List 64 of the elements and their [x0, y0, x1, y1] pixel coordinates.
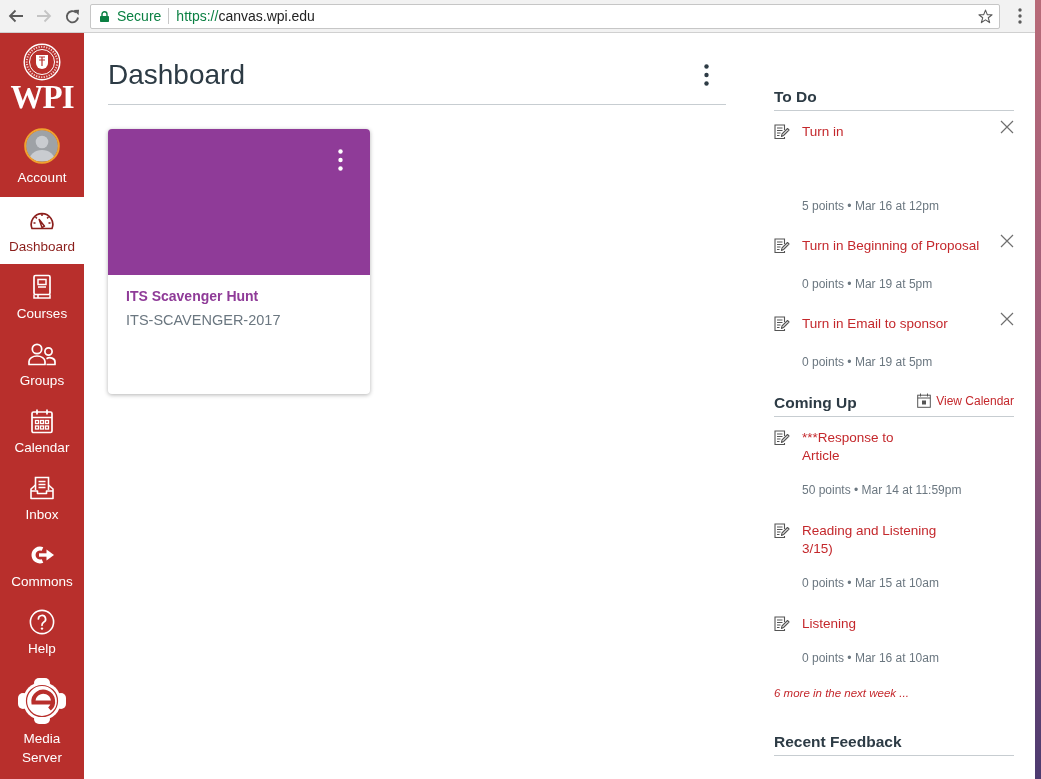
course-color-banner[interactable] [108, 129, 370, 275]
todo-details: 0 points • Mar 19 at 5pm [802, 354, 933, 370]
account-link[interactable]: Account [17, 128, 67, 186]
assignment-link[interactable]: ***Response to Article [802, 429, 894, 465]
nav-link[interactable]: Media Server [0, 666, 84, 767]
nav-link[interactable]: Calendar [0, 398, 84, 465]
nav-link[interactable]: Commons [0, 532, 84, 599]
nav-link[interactable]: Dashboard [0, 197, 84, 264]
assignment-icon [774, 124, 790, 140]
dismiss-button[interactable] [1000, 312, 1014, 326]
avatar-icon [24, 128, 60, 164]
nav-link[interactable]: Groups [0, 331, 84, 398]
calendar-icon [917, 393, 932, 408]
nav-link[interactable]: Courses [0, 264, 84, 331]
assignment-details: 0 points • Mar 16 at 10am [802, 650, 939, 666]
assignment-link[interactable]: Listening [802, 615, 857, 633]
section-heading: Coming Up [774, 393, 857, 413]
dismiss-button[interactable] [1000, 120, 1014, 134]
address-bar[interactable]: Secure https://canvas.wpi.edu [90, 3, 1000, 29]
todo-details: 5 points • Mar 16 at 12pm [802, 198, 939, 214]
url-text: https://canvas.wpi.edu [176, 8, 315, 24]
forward-arrow-icon [36, 9, 52, 23]
assignment-link[interactable]: Reading and Listening 3/15) [802, 522, 937, 558]
nav-link[interactable]: Inbox [0, 465, 84, 532]
nav-link[interactable]: Help [0, 599, 84, 666]
help-icon [29, 609, 55, 635]
assignment-icon [774, 238, 790, 254]
media-logo-icon [17, 677, 67, 725]
course-card[interactable]: ITS Scavenger Hunt ITS-SCAVENGER-2017 [108, 129, 370, 394]
kebab-icon [703, 63, 709, 86]
logo-text[interactable]: WPI [10, 82, 74, 112]
assignment-icon [774, 523, 790, 539]
star-icon[interactable] [978, 8, 993, 24]
kebab-icon [337, 149, 343, 171]
reload-icon [64, 8, 80, 24]
people-icon [27, 341, 57, 367]
seal-icon[interactable] [23, 43, 61, 81]
todo-link[interactable]: Turn in Beginning of Proposal [802, 237, 980, 255]
calendar-icon [30, 408, 54, 434]
book-icon [31, 274, 53, 300]
security-label: Secure [117, 8, 162, 24]
close-icon [1000, 120, 1014, 134]
assignment-details: 0 points • Mar 15 at 10am [802, 575, 939, 591]
inbox-icon [29, 475, 55, 501]
page-title: Dashboard [108, 57, 245, 92]
more-link[interactable]: 6 more in the next week ... [774, 686, 909, 700]
assignment-icon [774, 430, 790, 446]
assignment-icon [774, 316, 790, 332]
back-arrow-icon [8, 9, 24, 23]
dismiss-button[interactable] [1000, 234, 1014, 248]
assignment-icon [774, 616, 790, 632]
assignment-details: 50 points • Mar 14 at 11:59pm [802, 482, 962, 498]
section-heading: To Do [774, 87, 817, 107]
close-icon [1000, 312, 1014, 326]
close-icon [1000, 234, 1014, 248]
todo-link[interactable]: Turn in [802, 123, 844, 141]
course-code: ITS-SCAVENGER-2017 [126, 311, 281, 330]
course-title-link[interactable]: ITS Scavenger Hunt [126, 288, 259, 304]
section-heading: Recent Feedback [774, 732, 902, 752]
view-calendar-link[interactable]: View Calendar [917, 393, 1014, 408]
todo-details: 0 points • Mar 19 at 5pm [802, 276, 933, 292]
lock-icon [100, 10, 109, 22]
kebab-icon [1017, 8, 1022, 24]
todo-link[interactable]: Turn in Email to sponsor [802, 315, 948, 333]
